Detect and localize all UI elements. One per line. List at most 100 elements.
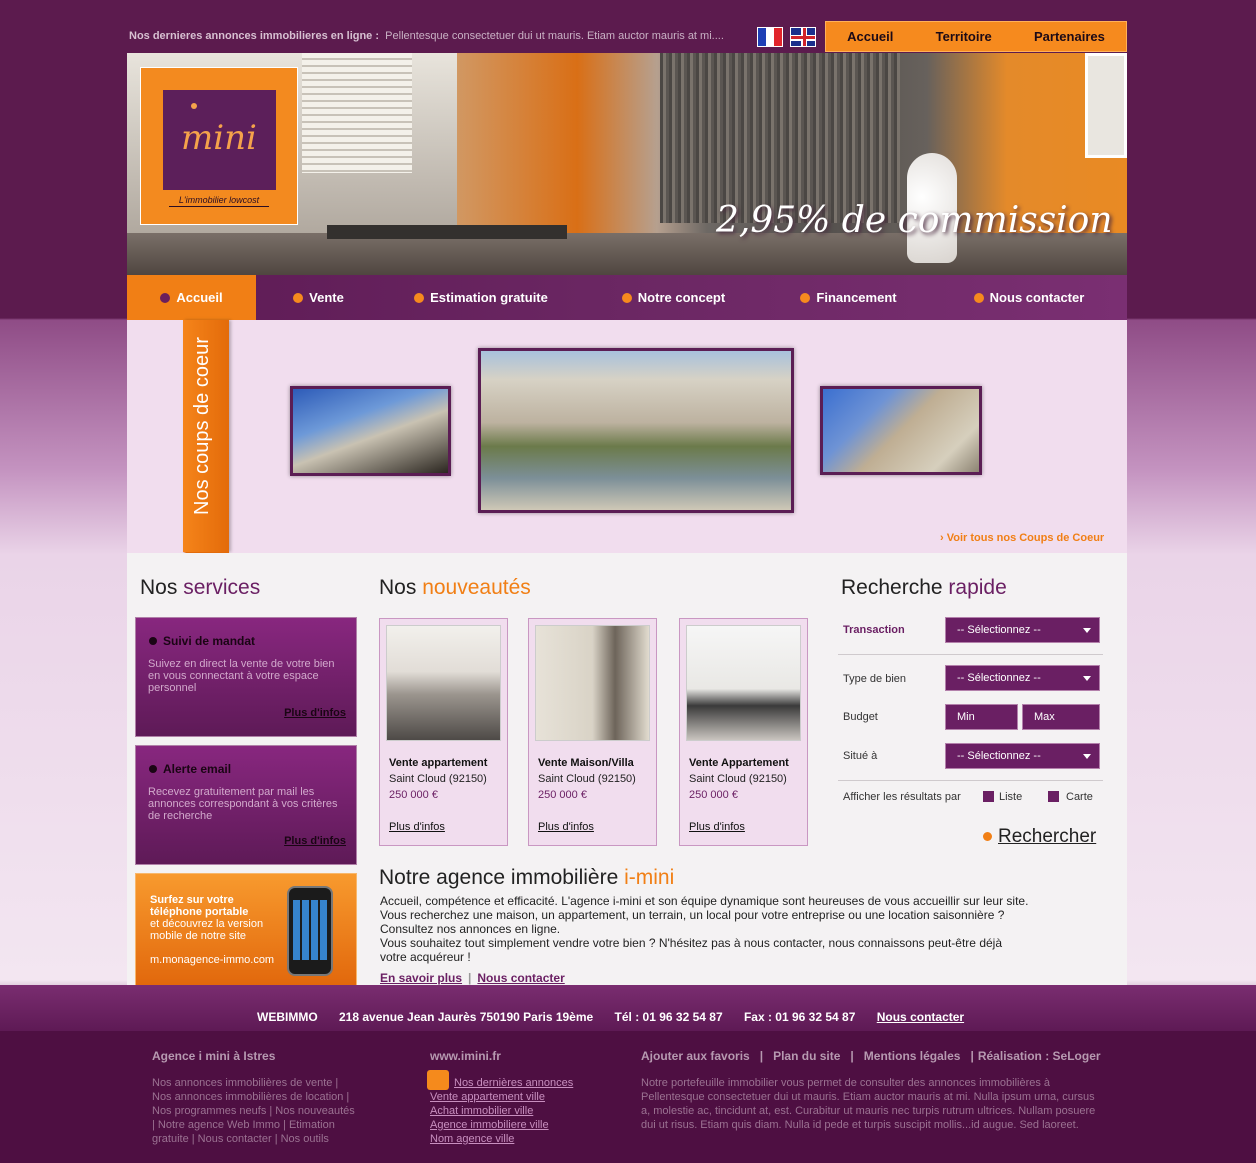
footer-agence-title: Agence i mini à Istres xyxy=(152,1049,276,1063)
nav-label: Financement xyxy=(816,290,897,305)
top-nav-territoire[interactable]: Territoire xyxy=(936,29,992,44)
nav-vente[interactable]: Vente xyxy=(256,275,381,320)
transaction-label: Transaction xyxy=(843,624,905,636)
type-bien-select[interactable]: -- Sélectionnez -- xyxy=(945,665,1100,691)
afficher-label: Afficher les résultats par xyxy=(843,791,961,803)
site-logo[interactable]: mini L'immobilier lowcost xyxy=(140,67,298,225)
listing-card[interactable]: Vente appartement Saint Cloud (92150) 25… xyxy=(379,618,508,846)
mobile-desc: et découvrez la version mobile de notre … xyxy=(150,918,264,942)
top-headline: Nos dernieres annonces immobilieres en l… xyxy=(129,30,724,42)
liste-checkbox[interactable] xyxy=(983,791,994,802)
listing-photo[interactable] xyxy=(686,625,801,741)
footer-util-links: Ajouter aux favoris | Plan du site | Mention… xyxy=(641,1049,1101,1063)
plus-infos-link[interactable]: Plus d'infos xyxy=(689,821,745,833)
main-nav: Accueil Vente Estimation gratuite Notre … xyxy=(127,275,1127,320)
title-part: Recherche xyxy=(841,576,949,599)
title-highlight: i-mini xyxy=(624,866,675,889)
listing-price: 250 000 € xyxy=(389,789,438,801)
nous-contacter-link[interactable]: Nous contacter xyxy=(477,971,564,985)
plus-infos-link[interactable]: Plus d'infos xyxy=(389,821,445,833)
voir-tous-link[interactable]: › Voir tous nos Coups de Coeur xyxy=(940,532,1104,544)
french-flag-icon[interactable] xyxy=(757,27,783,47)
favoris-link[interactable]: Ajouter aux favoris xyxy=(641,1049,750,1063)
footer-agence-links[interactable]: Nos annonces immobilières de vente | Nos… xyxy=(152,1076,357,1146)
situe-label: Situé à xyxy=(843,750,878,762)
title-highlight: services xyxy=(183,576,261,599)
en-savoir-plus-link[interactable]: En savoir plus xyxy=(380,971,462,985)
service-title: Suivi de mandat xyxy=(149,634,255,648)
listing-city: Saint Cloud (92150) xyxy=(689,773,787,785)
plan-site-link[interactable]: Plan du site xyxy=(773,1049,840,1063)
coups-de-coeur-label: Nos coups de coeur xyxy=(191,337,213,515)
headline-label: Nos dernieres annonces immobilieres en l… xyxy=(129,30,373,42)
listing-photo[interactable] xyxy=(535,625,650,741)
listing-price: 250 000 € xyxy=(689,789,738,801)
divider xyxy=(838,654,1103,655)
coeur-photo-2[interactable] xyxy=(478,348,794,513)
footer-link[interactable]: Nos dernières annonces xyxy=(430,1076,573,1090)
listing-title: Vente appartement xyxy=(389,757,488,769)
nav-concept[interactable]: Notre concept xyxy=(581,275,766,320)
listing-card[interactable]: Vente Appartement Saint Cloud (92150) 25… xyxy=(679,618,808,846)
footer-link[interactable]: Achat immobilier ville xyxy=(430,1104,573,1118)
agence-line: votre acquéreur ! xyxy=(380,950,471,964)
nav-estimation[interactable]: Estimation gratuite xyxy=(381,275,581,320)
budget-label: Budget xyxy=(843,711,878,723)
footer-site-title[interactable]: www.imini.fr xyxy=(430,1049,501,1063)
headline-text[interactable]: Pellentesque consectetuer dui ut mauris.… xyxy=(385,30,724,42)
rechercher-button[interactable]: Rechercher xyxy=(983,826,1096,848)
service-alerte-email: Alerte email Recevez gratuitement par ma… xyxy=(135,745,357,865)
title-highlight: rapide xyxy=(948,576,1007,599)
phone-number: Tél : 01 96 32 54 87 xyxy=(614,1010,723,1024)
footer-site-links: Nos dernières annonces Vente appartement… xyxy=(430,1076,573,1146)
type-bien-label: Type de bien xyxy=(843,673,906,685)
english-flag-icon[interactable] xyxy=(790,27,816,47)
agence-line: Vous recherchez une maison, un apparteme… xyxy=(380,908,1005,922)
nav-contact[interactable]: Nous contacter xyxy=(931,275,1127,320)
situe-select[interactable]: -- Sélectionnez -- xyxy=(945,743,1100,769)
agence-title: Notre agence immobilière i-mini xyxy=(379,866,674,890)
listing-title: Vente Maison/Villa xyxy=(538,757,634,769)
footer-link[interactable]: Agence immobiliere ville xyxy=(430,1118,573,1132)
bullet-icon xyxy=(160,292,171,303)
plus-infos-link[interactable]: Plus d'infos xyxy=(284,835,346,847)
smartphone-icon xyxy=(287,886,333,976)
listing-photo[interactable] xyxy=(386,625,501,741)
nav-label: Estimation gratuite xyxy=(430,290,548,305)
mobile-title: Surfez sur votre téléphone portable xyxy=(150,894,249,918)
footer-link[interactable]: Nom agence ville xyxy=(430,1132,573,1146)
realisation-link[interactable]: Réalisation : SeLoger xyxy=(978,1049,1101,1063)
nav-label: Nous contacter xyxy=(989,290,1085,305)
bullet-icon xyxy=(973,292,984,303)
transaction-select[interactable]: -- Sélectionnez -- xyxy=(945,617,1100,643)
listing-city: Saint Cloud (92150) xyxy=(538,773,636,785)
coeur-photo-1[interactable] xyxy=(290,386,451,476)
nav-label: Vente xyxy=(309,290,344,305)
budget-max-input[interactable]: Max xyxy=(1022,704,1100,730)
headline-separator: : xyxy=(372,30,380,42)
title-part: Notre agence immobilière xyxy=(379,866,625,889)
title-highlight: nouveautés xyxy=(422,576,531,599)
carte-checkbox[interactable] xyxy=(1048,791,1059,802)
bullet-icon xyxy=(800,292,811,303)
listing-price: 250 000 € xyxy=(538,789,587,801)
agence-links: En savoir plus | Nous contacter xyxy=(380,971,565,985)
footer-contact-link[interactable]: Nous contacter xyxy=(877,1010,964,1024)
bullet-icon xyxy=(293,292,304,303)
top-nav-accueil[interactable]: Accueil xyxy=(847,29,893,44)
brand-name: WEBIMMO xyxy=(257,1010,318,1024)
footer-link[interactable]: Vente appartement ville xyxy=(430,1090,573,1104)
logo-tagline: L'immobilier lowcost xyxy=(178,195,260,205)
nav-financement[interactable]: Financement xyxy=(766,275,931,320)
service-desc: Recevez gratuitement par mail les annonc… xyxy=(148,786,338,822)
plus-infos-link[interactable]: Plus d'infos xyxy=(284,707,346,719)
top-nav-partenaires[interactable]: Partenaires xyxy=(1034,29,1105,44)
nav-accueil[interactable]: Accueil xyxy=(127,275,256,320)
coeur-photo-3[interactable] xyxy=(820,386,982,475)
service-desc: Suivez en direct la vente de votre bien … xyxy=(148,658,335,694)
budget-min-input[interactable]: Min xyxy=(945,704,1018,730)
title-part: Nos xyxy=(140,576,184,599)
plus-infos-link[interactable]: Plus d'infos xyxy=(538,821,594,833)
listing-card[interactable]: Vente Maison/Villa Saint Cloud (92150) 2… xyxy=(528,618,657,846)
mentions-link[interactable]: Mentions légales xyxy=(864,1049,961,1063)
